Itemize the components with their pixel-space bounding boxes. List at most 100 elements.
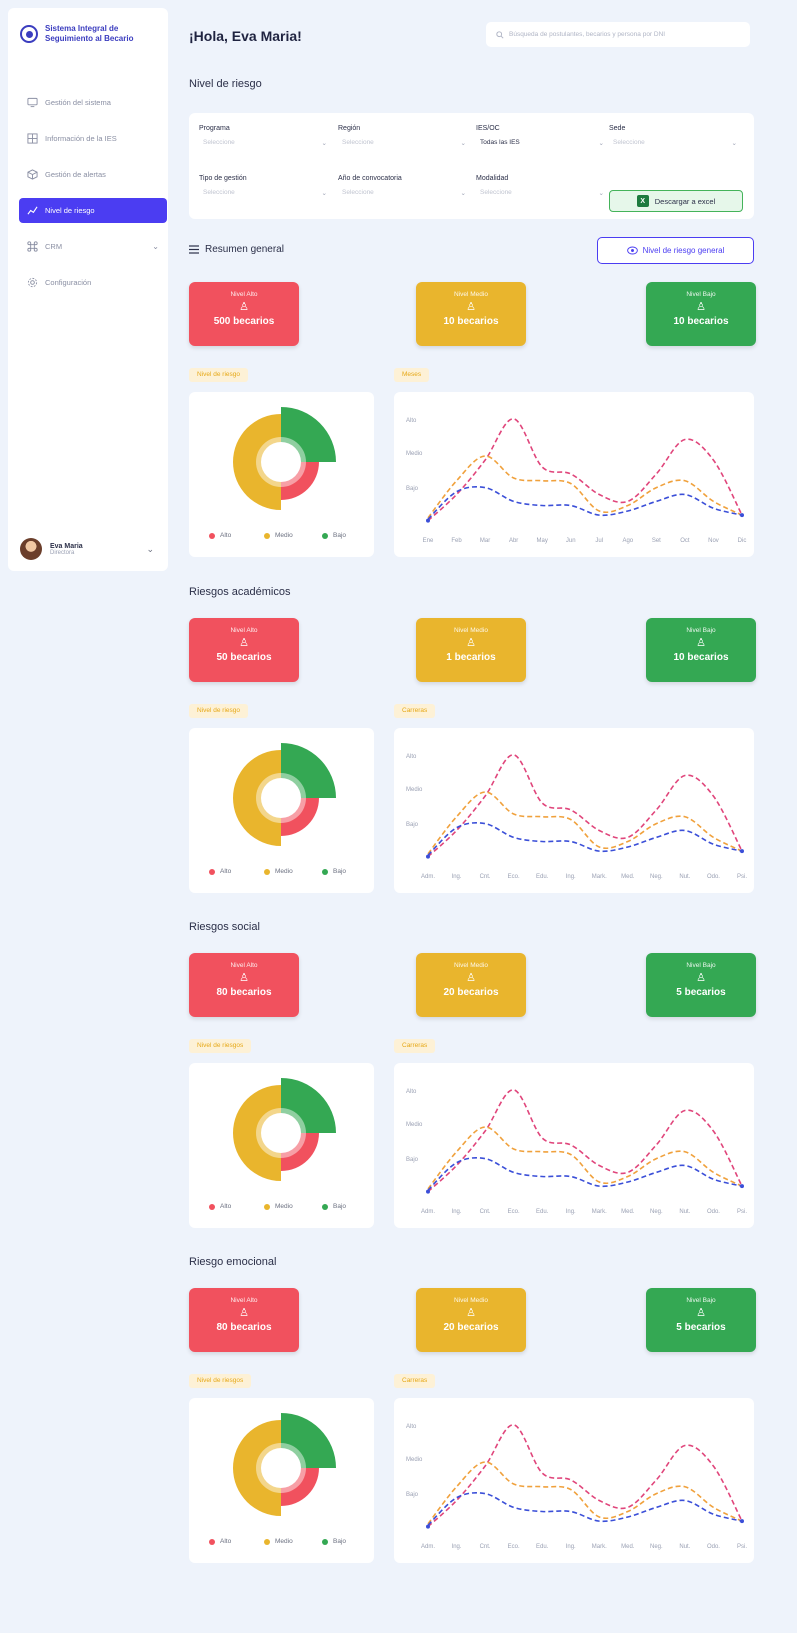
sidebar-item-nivel-de-riesgo[interactable]: Nivel de riesgo xyxy=(19,198,167,223)
sidebar-item-configuración[interactable]: Configuración xyxy=(19,270,167,295)
x-tick-label: Mar xyxy=(480,538,490,544)
risk-card-label: Nivel Alto xyxy=(230,627,258,634)
x-tick-label: Edu. xyxy=(536,874,549,880)
legend-label: Bajo xyxy=(333,868,347,875)
brand-logo-icon xyxy=(20,25,38,43)
x-tick-label: Odo. xyxy=(707,1209,720,1215)
legend-dot xyxy=(264,1203,270,1210)
x-tick-label: Ago xyxy=(622,538,633,544)
x-tick-label: Ing. xyxy=(452,1544,462,1550)
y-tick-label: Medio xyxy=(406,1122,423,1128)
risk-card[interactable]: Nivel Medio ♙ 20 becarios xyxy=(416,953,526,1017)
x-tick-label: Ing. xyxy=(566,1209,576,1215)
x-tick-label: Eco. xyxy=(508,1544,520,1550)
legend-bajo: Bajo xyxy=(322,1203,346,1210)
x-tick-label: Med. xyxy=(621,874,635,880)
risk-card-value: 20 becarios xyxy=(443,1322,499,1333)
filter-label: Sede xyxy=(609,125,626,132)
sidebar: Sistema Integral de Seguimiento al Becar… xyxy=(8,8,168,571)
y-tick-label: Bajo xyxy=(406,822,419,828)
brand[interactable]: Sistema Integral de Seguimiento al Becar… xyxy=(20,24,133,44)
user-icon: ♙ xyxy=(696,972,706,984)
x-tick-label: Psi. xyxy=(737,1544,747,1550)
search-placeholder: Búsqueda de postulantes, becarios y pers… xyxy=(509,31,666,38)
legend-label: Bajo xyxy=(333,1203,347,1210)
filter-select[interactable]: Seleccione ⌄ xyxy=(476,189,604,197)
filter-select[interactable]: Seleccione ⌄ xyxy=(609,139,737,147)
donut-chart xyxy=(233,1078,336,1181)
risk-card-value: 80 becarios xyxy=(216,987,272,998)
filter-select[interactable]: Seleccione ⌄ xyxy=(199,189,327,197)
risk-card-label: Nivel Alto xyxy=(230,1297,258,1304)
x-tick-label: Med. xyxy=(621,1209,635,1215)
resumen-title-label: Resumen general xyxy=(205,244,284,255)
legend-dot xyxy=(322,1538,328,1545)
legend-alto: Alto xyxy=(209,1203,231,1210)
search-input[interactable]: Búsqueda de postulantes, becarios y pers… xyxy=(486,22,750,47)
risk-card[interactable]: Nivel Bajo ♙ 5 becarios xyxy=(646,1288,756,1352)
risk-card-value: 20 becarios xyxy=(443,987,499,998)
legend-alto: Alto xyxy=(209,532,231,539)
series-line-2 xyxy=(427,1492,743,1526)
filter-select[interactable]: Todas las IES ⌄ xyxy=(476,139,604,147)
user-icon: ♙ xyxy=(696,1307,706,1319)
page-title: Nivel de riesgo xyxy=(189,78,262,90)
risk-card[interactable]: Nivel Medio ♙ 20 becarios xyxy=(416,1288,526,1352)
download-excel-button[interactable]: X Descargar a excel xyxy=(609,190,743,212)
riesgo-general-button[interactable]: Nivel de riesgo general xyxy=(597,237,754,264)
x-tick-label: Cnt. xyxy=(480,874,491,880)
risk-card[interactable]: Nivel Alto ♙ 80 becarios xyxy=(189,1288,299,1352)
sidebar-item-información-de-la-ies[interactable]: Información de la IES xyxy=(19,126,167,151)
risk-card[interactable]: Nivel Medio ♙ 10 becarios xyxy=(416,282,526,346)
user-name: Eva Maria xyxy=(50,542,83,550)
risk-card[interactable]: Nivel Bajo ♙ 5 becarios xyxy=(646,953,756,1017)
sidebar-item-gestión-de-alertas[interactable]: Gestión de alertas xyxy=(19,162,167,187)
list-icon xyxy=(189,245,199,254)
series-line-0 xyxy=(427,754,743,858)
tag-axis: Meses xyxy=(394,368,430,382)
risk-card[interactable]: Nivel Bajo ♙ 10 becarios xyxy=(646,618,756,682)
filter-select[interactable]: Seleccione ⌄ xyxy=(338,139,466,147)
filter-label: Año de convocatoria xyxy=(338,175,402,182)
filters-panel: X Descargar a excel Programa Seleccione ⌄ R… xyxy=(189,113,754,219)
x-tick-label: Ing. xyxy=(452,874,462,880)
brand-line-1: Sistema Integral de xyxy=(45,24,119,33)
sidebar-item-gestión-del-sistema[interactable]: Gestión del sistema xyxy=(19,90,167,115)
chevron-down-icon[interactable]: ⌄ xyxy=(146,544,154,555)
x-tick-label: Dic xyxy=(738,538,747,544)
risk-card-value: 10 becarios xyxy=(673,316,729,327)
sidebar-item-label: Nivel de riesgo xyxy=(45,206,95,215)
tag-axis: Carreras xyxy=(394,1039,436,1053)
y-tick-label: Alto xyxy=(406,1424,417,1430)
brand-line-2: Seguimiento al Becario xyxy=(45,34,134,43)
risk-card[interactable]: Nivel Alto ♙ 500 becarios xyxy=(189,282,299,346)
legend-label: Medio xyxy=(275,1203,293,1210)
chevron-down-icon: ⌄ xyxy=(321,140,327,147)
risk-card[interactable]: Nivel Alto ♙ 80 becarios xyxy=(189,953,299,1017)
sidebar-item-label: CRM xyxy=(45,242,63,251)
series-start-point xyxy=(426,854,430,859)
user-menu[interactable]: Eva Maria Directora ⌄ xyxy=(20,538,160,560)
x-tick-label: Eco. xyxy=(508,1209,520,1215)
legend-label: Alto xyxy=(220,532,232,539)
series-end-point xyxy=(740,1519,744,1524)
risk-section: Nivel Alto ♙ 80 becarios Nivel Medio ♙ 20 bec… xyxy=(189,953,756,1243)
line-panel: Alto Medio Bajo Ene Feb Mar Abr May Jun Jul Ago Set… xyxy=(394,392,754,557)
risk-card[interactable]: Nivel Medio ♙ 1 becarios xyxy=(416,618,526,682)
y-tick-label: Alto xyxy=(406,754,417,760)
gear-icon xyxy=(27,277,38,288)
filter-select[interactable]: Seleccione ⌄ xyxy=(199,139,327,147)
x-tick-label: Ene xyxy=(423,538,434,544)
legend-medio: Medio xyxy=(264,1203,293,1210)
risk-card[interactable]: Nivel Bajo ♙ 10 becarios xyxy=(646,282,756,346)
y-tick-label: Alto xyxy=(406,418,417,424)
risk-card[interactable]: Nivel Alto ♙ 50 becarios xyxy=(189,618,299,682)
filter-value: Seleccione xyxy=(203,189,235,196)
x-tick-label: Cnt. xyxy=(480,1209,491,1215)
sidebar-item-crm[interactable]: CRM ⌄ xyxy=(19,234,167,259)
donut-chart xyxy=(233,1413,336,1516)
filter-label: Región xyxy=(338,125,361,132)
risk-card-label: Nivel Medio xyxy=(454,291,488,298)
risk-card-label: Nivel Medio xyxy=(454,1297,488,1304)
filter-select[interactable]: Seleccione ⌄ xyxy=(338,189,466,197)
